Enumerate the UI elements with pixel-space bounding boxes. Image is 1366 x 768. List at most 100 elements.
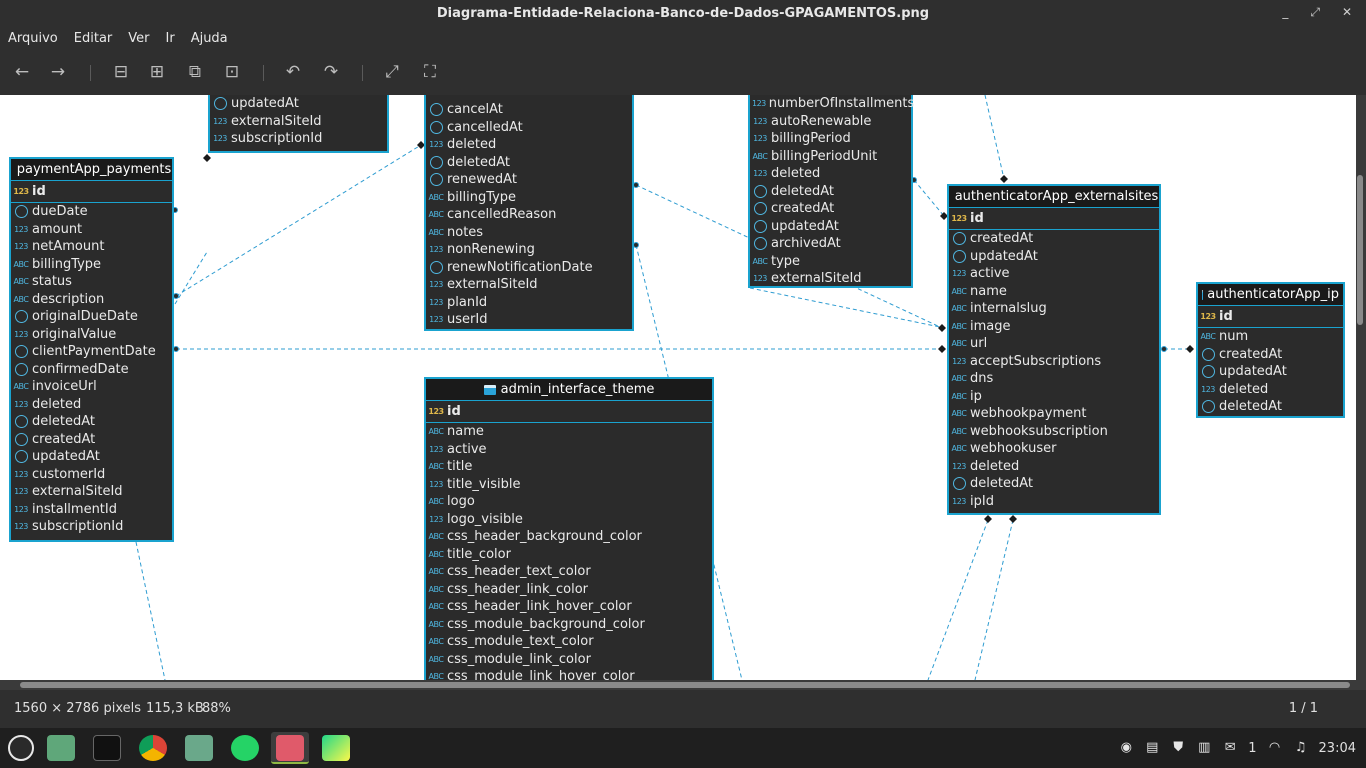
slideshow-icon[interactable]: ⛶ [418,61,442,85]
text-type-icon: ABC [428,192,444,202]
clipboard-icon[interactable]: ▤ [1144,740,1160,756]
mint-menu-icon[interactable] [2,732,40,764]
column-name: renewedAt [447,172,517,188]
zoom-in-icon[interactable]: ⊞ [145,61,169,85]
menu-editar[interactable]: Editar [66,27,121,51]
column-row: 123 active [949,265,1159,283]
column-row: 123 title_visible [426,476,712,494]
forward-arrow-icon[interactable]: → [46,61,70,85]
table-name: admin_interface_theme [500,382,655,397]
column-name: css_module_background_color [447,616,645,632]
text-type-icon: ABC [428,654,444,664]
column-name: deletedAt [771,183,834,199]
restore-icon[interactable]: ⤢ [1310,0,1320,27]
rotate-left-icon[interactable]: ↶ [281,61,305,85]
column-row: ABC logo [426,493,712,511]
column-name: deleted [771,166,821,182]
datetime-type-icon [1202,400,1215,414]
table-name: paymentApp_payments [16,162,172,177]
numeric-type-icon: 123 [429,245,443,255]
text-type-icon: ABC [13,294,29,304]
column-row: 123 numberOfInstallments [750,95,914,113]
column-name: title_color [447,546,511,562]
column-name: deletedAt [32,414,95,430]
datetime-type-icon [15,310,28,324]
image-canvas[interactable]: updatedAt 123 externalSiteId 123 subscriptio… [0,95,1356,680]
column-row: updatedAt [1198,363,1343,381]
column-row: createdAt [1198,346,1343,364]
chrome-app-icon[interactable] [134,732,172,764]
zoom-out-icon[interactable]: ⊟ [109,61,133,85]
column-name: webhookpayment [970,406,1087,422]
column-name: css_header_link_color [447,581,588,597]
window-title: Diagrama-Entidade-Relaciona-Banco-de-Dad… [436,6,930,21]
datetime-type-icon [15,362,28,376]
table-name: authenticatorApp_externalsites [954,189,1159,204]
column-row: ABC ip [949,388,1159,406]
column-name: css_header_link_hover_color [447,599,632,615]
notifications-icon[interactable]: ✉ [1222,740,1238,756]
datetime-type-icon [15,345,28,359]
toolbar-separator [362,65,363,81]
text-type-icon: ABC [951,374,967,384]
rotate-right-icon[interactable]: ↷ [319,61,343,85]
zoom-original-icon[interactable]: ⧉ [183,61,207,85]
menu-ajuda[interactable]: Ajuda [183,27,236,51]
column-row: 123 externalSiteId [426,276,632,294]
notes-icon[interactable]: ▥ [1196,740,1212,756]
minimize-icon[interactable]: _ [1282,0,1288,27]
image-viewer-app-icon[interactable] [271,732,309,764]
text-type-icon: ABC [951,321,967,331]
wifi-icon[interactable]: ◠ [1267,740,1283,756]
clock[interactable]: 23:04 [1319,741,1356,756]
folder-app-icon[interactable] [180,732,218,764]
shield-icon[interactable]: ⛊ [1170,740,1186,756]
column-row: 123 deleted [11,396,172,414]
text-type-icon: ABC [428,602,444,612]
close-icon[interactable]: ✕ [1342,0,1352,27]
column-row: ABC num [1198,328,1343,346]
menu-ver[interactable]: Ver [120,27,157,51]
column-name: archivedAt [771,236,841,252]
menu-arquivo[interactable]: Arquivo [0,27,66,51]
column-name: deleted [32,396,82,412]
horizontal-scroll-thumb[interactable] [20,682,1350,688]
numeric-type-icon: 123 [1201,384,1215,394]
text-type-icon: ABC [428,637,444,647]
column-name: logo [447,494,475,510]
numeric-type-icon: 123 [952,461,966,471]
column-row: deletedAt [949,475,1159,493]
foreign-key-type-icon: 123 [429,315,443,325]
table-ip: authenticatorApp_ip 123 id ABC num createdAt u… [1196,282,1345,418]
column-name: id [970,211,984,226]
datetime-type-icon [214,97,227,111]
column-name: updatedAt [32,449,100,465]
zoom-level: 88% [202,701,231,716]
column-row: 123 subscriptionId [210,130,387,148]
column-name: ipId [970,493,994,509]
column-name: id [32,184,46,199]
column-row: cancelledAt [426,119,632,137]
column-row: createdAt [750,200,911,218]
column-name: css_module_link_hover_color [447,669,635,680]
back-arrow-icon[interactable]: ← [10,61,34,85]
column-name: renewNotificationDate [447,259,593,275]
pycharm-app-icon[interactable] [317,732,355,764]
terminal-app-icon[interactable] [88,732,126,764]
table-externalsites: authenticatorApp_externalsites 123 id creat… [947,184,1161,515]
vertical-scroll-thumb[interactable] [1357,175,1363,325]
whatsapp-tray-icon[interactable]: ◉ [1118,740,1134,756]
table-name: authenticatorApp_ip [1207,287,1339,302]
column-name: invoiceUrl [32,379,97,395]
menu-ir[interactable]: Ir [158,27,183,51]
whatsapp-app-icon[interactable] [226,732,264,764]
column-row: deletedAt [426,154,632,172]
fullscreen-icon[interactable]: ⤢ [380,61,404,85]
files-app-icon[interactable] [42,732,80,764]
column-row: ABC css_module_link_color [426,651,712,669]
column-row: 123 deleted [426,136,632,154]
key-type-icon: 123 [951,214,967,223]
zoom-fit-icon[interactable]: ⊡ [220,61,244,85]
column-row: 123 deleted [750,165,911,183]
volume-icon[interactable]: ♫ [1293,740,1309,756]
